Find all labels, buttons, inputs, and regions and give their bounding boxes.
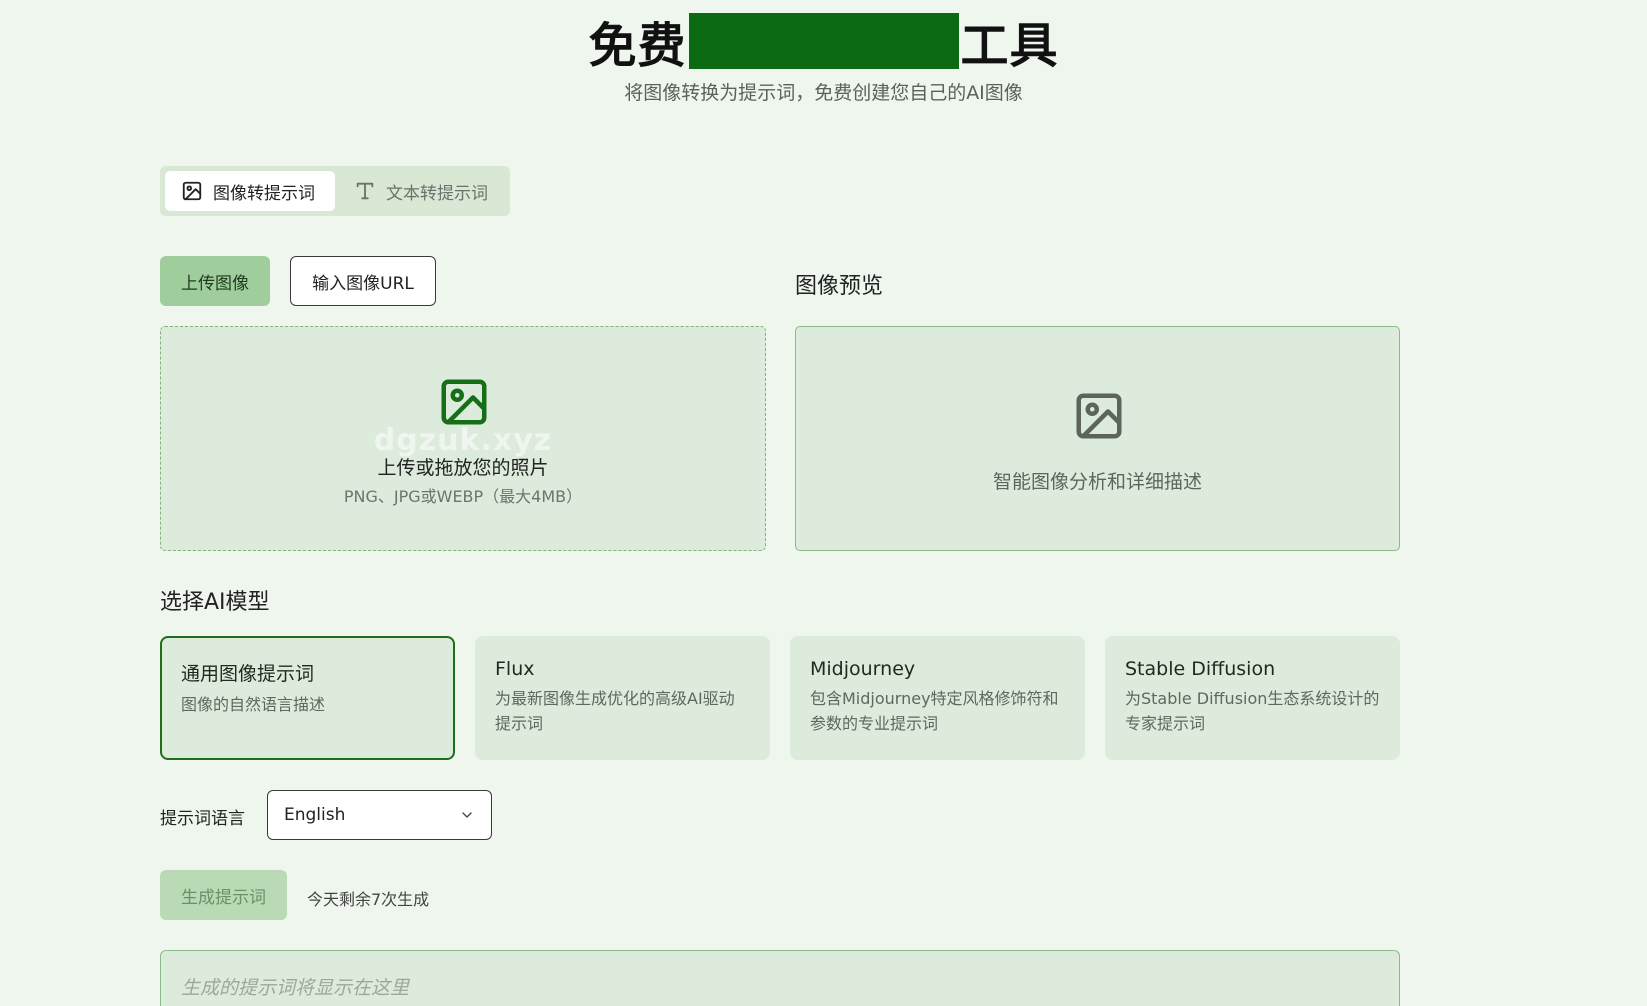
model-card-title: Stable Diffusion [1125,658,1276,680]
image-url-button[interactable]: 输入图像URL [290,256,436,306]
generate-prompt-button[interactable]: 生成提示词 [160,870,287,920]
dropzone-title: 上传或拖放您的照片 [377,457,549,479]
preview-placeholder-text: 智能图像分析和详细描述 [992,471,1202,493]
model-card-title: 通用图像提示词 [181,663,315,685]
model-card-desc: 为最新图像生成优化的高级AI驱动提示词 [495,689,735,733]
image-placeholder-icon [1076,393,1122,439]
preview-heading: 图像预览 [795,274,884,299]
model-card-title: Midjourney [810,658,916,680]
page-title: 免费 工具 [0,6,1647,76]
model-card-flux[interactable]: Flux 为最新图像生成优化的高级AI驱动提示词 [475,636,770,760]
prompt-output-area[interactable]: 生成的提示词将显示在这里 [160,950,1400,1006]
language-select[interactable]: English [267,790,492,840]
image-icon [182,181,202,201]
tab-label: 图像转提示词 [213,183,315,204]
chevron-down-icon [462,812,472,818]
page: 免费 工具 将图像转换为提示词，免费创建您自己的AI图像 图像转提示词 文本转提… [0,0,1647,1006]
dropzone-hint: PNG、JPG或WEBP（最大4MB） [343,487,583,506]
model-card-desc: 图像的自然语言描述 [181,695,326,714]
tab-label: 文本转提示词 [386,183,488,204]
model-card-desc: 为Stable Diffusion生态系统设计的专家提示词 [1125,689,1380,733]
upload-image-button[interactable]: 上传图像 [160,256,270,306]
model-card-midjourney[interactable]: Midjourney 包含Midjourney特定风格修饰符和参数的专业提示词 [790,636,1085,760]
image-preview-panel: 智能图像分析和详细描述 [795,326,1400,551]
language-selected-value: English [284,805,346,825]
remaining-generations-text: 今天剩余7次生成 [307,890,430,909]
tab-image-to-prompt[interactable]: 图像转提示词 [165,171,335,211]
output-placeholder: 生成的提示词将显示在这里 [181,977,410,999]
upload-dropzone[interactable]: dgzuk.xyz 上传或拖放您的照片 PNG、JPG或WEBP（最大4MB） [160,326,766,551]
text-icon [356,182,374,200]
mode-tabs: 图像转提示词 文本转提示词 [160,166,510,216]
tab-text-to-prompt[interactable]: 文本转提示词 [338,171,506,211]
model-card-stable-diffusion[interactable]: Stable Diffusion 为Stable Diffusion生态系统设计… [1105,636,1400,760]
model-card-title: Flux [495,658,535,680]
model-card-desc: 包含Midjourney特定风格修饰符和参数的专业提示词 [810,689,1059,733]
language-label: 提示词语言 [160,809,245,829]
title-prefix: 免费 [588,18,687,74]
redacted-block [688,13,959,69]
model-section-heading: 选择AI模型 [160,590,270,615]
title-suffix: 工具 [960,18,1059,74]
image-upload-icon [441,379,487,425]
model-card-general[interactable]: 通用图像提示词 图像的自然语言描述 [160,636,455,760]
page-subtitle: 将图像转换为提示词，免费创建您自己的AI图像 [624,82,1023,104]
